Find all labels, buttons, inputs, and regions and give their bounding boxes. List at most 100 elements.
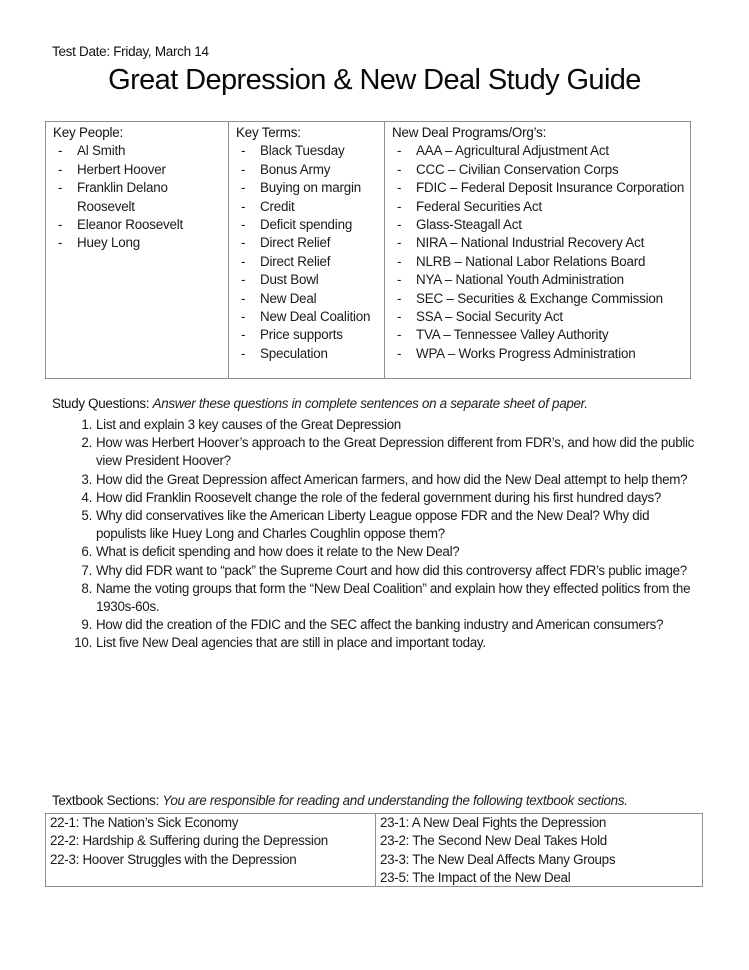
list-item: - Huey Long <box>53 234 228 252</box>
list-item-text: Direct Relief <box>260 253 331 269</box>
dash-bullet-icon: - <box>241 143 246 159</box>
key-people-heading: Key People: <box>53 125 124 140</box>
dash-bullet-icon: - <box>58 180 63 196</box>
question-text: How was Herbert Hoover’s approach to the… <box>96 435 695 469</box>
study-questions-note: Answer these questions in complete sente… <box>152 396 588 411</box>
study-questions-header: Study Questions: Answer these questions … <box>52 396 588 411</box>
list-item: - Direct Relief <box>236 234 384 252</box>
key-items-table: Key People: - Al Smith - Herbert Hoover - Fra… <box>45 121 691 379</box>
dash-bullet-icon: - <box>397 235 402 251</box>
list-item: - SSA – Social Security Act <box>392 308 690 326</box>
list-item-text: Glass-Steagall Act <box>416 217 522 233</box>
list-item-text: NYA – National Youth Administration <box>416 272 624 288</box>
list-item: - Bonus Army <box>236 161 384 179</box>
dash-bullet-icon: - <box>397 272 402 288</box>
list-item: - New Deal Coalition <box>236 308 384 326</box>
list-item-text: Bonus Army <box>260 161 331 177</box>
question-number: 1. <box>81 417 92 432</box>
list-item-text: Buying on margin <box>260 180 362 196</box>
dash-bullet-icon: - <box>397 309 402 325</box>
key-people-list: - Al Smith - Herbert Hoover - Franklin Delano… <box>53 142 228 252</box>
key-terms-heading: Key Terms: <box>236 125 301 140</box>
textbook-section: 23-3: The New Deal Affects Many Groups <box>380 851 616 867</box>
list-item: - Glass-Steagall Act <box>392 216 690 234</box>
dash-bullet-icon: - <box>397 290 402 306</box>
question-number: 9. <box>81 617 92 633</box>
textbook-sections-table: 22-1: The Nation’s Sick Economy 22-2: Har… <box>45 813 703 887</box>
list-item: - AAA – Agricultural Adjustment Act <box>392 142 690 160</box>
question-text: How did the creation of the FDIC and the… <box>96 617 664 633</box>
question-text: List and explain 3 key causes of the Gre… <box>96 417 401 432</box>
dash-bullet-icon: - <box>397 180 402 196</box>
textbook-section: 22-1: The Nation’s Sick Economy <box>50 815 239 830</box>
key-terms-list: - Black Tuesday - Bonus Army - Buying on marg… <box>236 142 384 363</box>
question-text: List five New Deal agencies that are sti… <box>96 635 486 651</box>
programs-column: New Deal Programs/Org’s: - AAA – Agricult… <box>384 122 690 378</box>
dash-bullet-icon: - <box>241 290 246 306</box>
list-item-text: SEC – Securities & Exchange Commission <box>416 290 663 306</box>
list-item: - Deficit spending <box>236 216 384 234</box>
study-question: 3. How did the Great Depression affect Am… <box>52 471 702 489</box>
question-number: 6. <box>81 544 92 560</box>
list-item: - Buying on margin <box>236 179 384 197</box>
textbook-sections-note: You are responsible for reading and unde… <box>162 793 628 808</box>
question-text: Why did conservatives like the American … <box>96 508 650 542</box>
textbook-section: 23-5: The Impact of the New Deal <box>380 870 571 886</box>
list-item-text: Dust Bowl <box>260 272 319 288</box>
dash-bullet-icon: - <box>241 198 246 214</box>
test-date: Test Date: Friday, March 14 <box>52 44 209 59</box>
list-item: - NIRA – National Industrial Recovery Act <box>392 234 690 252</box>
textbook-section: 22-2: Hardship & Suffering during the De… <box>50 833 328 849</box>
list-item-text: Price supports <box>260 327 343 343</box>
list-item: - Al Smith <box>53 142 228 160</box>
list-item-text: NIRA – National Industrial Recovery Act <box>416 235 645 251</box>
question-number: 5. <box>81 508 92 524</box>
dash-bullet-icon: - <box>241 161 246 177</box>
list-item: - Speculation <box>236 345 384 363</box>
list-item-text: Credit <box>260 198 295 214</box>
textbook-section: 23-2: The Second New Deal Takes Hold <box>380 833 607 849</box>
study-question: 7. Why did FDR want to “pack” the Supreme… <box>52 562 702 580</box>
study-questions-heading: Study Questions: <box>52 396 150 411</box>
dash-bullet-icon: - <box>58 217 63 233</box>
dash-bullet-icon: - <box>397 143 402 159</box>
question-text: Why did FDR want to “pack” the Supreme C… <box>96 562 687 578</box>
dash-bullet-icon: - <box>58 143 63 159</box>
question-text: What is deficit spending and how does it… <box>96 544 460 560</box>
list-item-text: Direct Relief <box>260 235 331 251</box>
page-title: Great Depression & New Deal Study Guide <box>108 64 641 96</box>
study-question: 8. Name the voting groups that form the “… <box>52 580 702 616</box>
question-text: Name the voting groups that form the “Ne… <box>96 580 691 615</box>
list-item-text: SSA – Social Security Act <box>416 309 563 325</box>
list-item-text: WPA – Works Progress Administration <box>416 345 636 361</box>
dash-bullet-icon: - <box>241 327 246 343</box>
dash-bullet-icon: - <box>397 327 402 343</box>
dash-bullet-icon: - <box>58 235 63 251</box>
question-number: 8. <box>81 580 92 596</box>
textbook-sections-ch23: 23-1: A New Deal Fights the Depression 23… <box>376 814 702 886</box>
list-item-text: NLRB – National Labor Relations Board <box>416 253 646 269</box>
dash-bullet-icon: - <box>241 345 246 361</box>
dash-bullet-icon: - <box>241 180 246 196</box>
list-item-text: Huey Long <box>77 235 140 251</box>
list-item: - NLRB – National Labor Relations Board <box>392 253 690 271</box>
list-item-text: Black Tuesday <box>260 143 345 159</box>
dash-bullet-icon: - <box>397 198 402 214</box>
list-item-text: TVA – Tennessee Valley Authority <box>416 327 609 343</box>
study-questions-list: 1. List and explain 3 key causes of the G… <box>52 416 702 653</box>
list-item: - WPA – Works Progress Administration <box>392 345 690 363</box>
question-number: 10. <box>74 635 92 651</box>
list-item: - Franklin Delano Roosevelt <box>53 179 228 216</box>
programs-heading: New Deal Programs/Org’s: <box>392 125 547 140</box>
list-item-text: Franklin Delano Roosevelt <box>77 180 168 214</box>
textbook-section: 22-3: Hoover Struggles with the Depressi… <box>50 851 297 867</box>
study-question: 1. List and explain 3 key causes of the G… <box>52 416 702 434</box>
study-question: 2. How was Herbert Hoover’s approach to t… <box>52 434 702 470</box>
question-number: 2. <box>81 435 92 451</box>
list-item: - Price supports <box>236 326 384 344</box>
list-item: - TVA – Tennessee Valley Authority <box>392 326 690 344</box>
list-item: - Dust Bowl <box>236 271 384 289</box>
list-item: - Federal Securities Act <box>392 198 690 216</box>
question-text: How did the Great Depression affect Amer… <box>96 471 688 487</box>
textbook-sections-header: Textbook Sections: You are responsible f… <box>52 793 628 808</box>
